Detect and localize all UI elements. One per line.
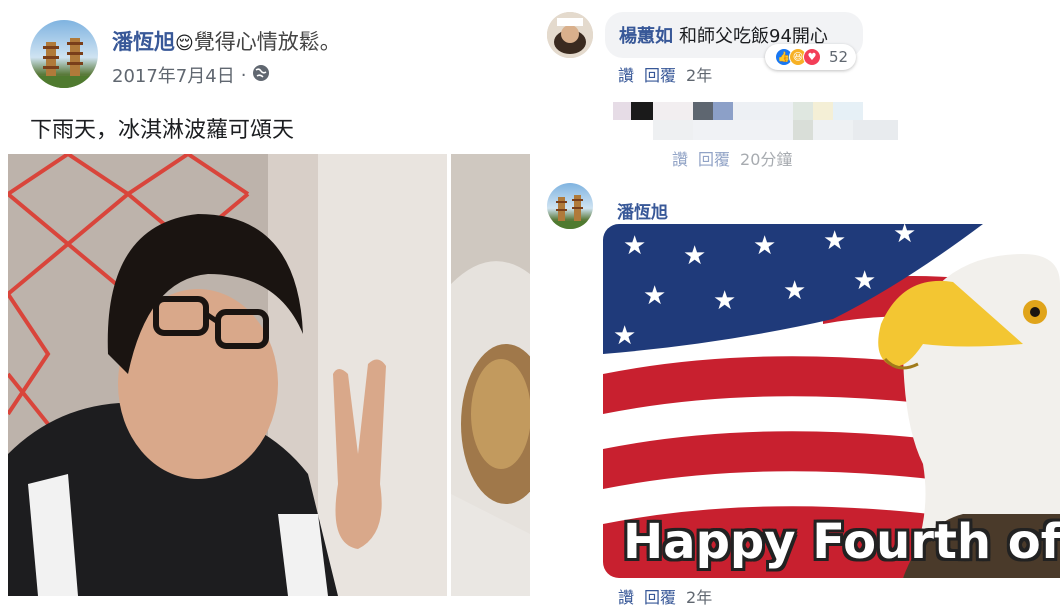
comment1-like-link[interactable]: 讚	[618, 62, 634, 86]
post-photo-main[interactable]	[8, 154, 447, 596]
svg-text:★: ★	[623, 231, 646, 261]
comment3-avatar[interactable]	[547, 183, 593, 229]
comment1-reactions[interactable]: 👍 😆 ♥ 52	[765, 44, 857, 70]
comment3-like-link[interactable]: 讚	[618, 584, 634, 608]
post-body-text: 下雨天，冰淇淋波蘿可頌天	[30, 118, 295, 143]
svg-text:★: ★	[713, 286, 736, 316]
comment1-reaction-count: 52	[829, 48, 849, 66]
comment1-actions: 讚 回覆 2年	[618, 62, 712, 86]
post-photo-side[interactable]	[451, 154, 530, 596]
comment2-reply-link[interactable]: 回覆	[698, 146, 730, 170]
comment3-age: 2年	[686, 588, 713, 607]
pagoda-icon	[547, 195, 593, 229]
svg-text:★: ★	[783, 276, 806, 306]
globe-icon[interactable]	[252, 64, 270, 87]
svg-text:★: ★	[683, 241, 706, 271]
svg-text:★: ★	[753, 231, 776, 261]
meta-separator: ·	[240, 64, 247, 86]
svg-text:★: ★	[893, 224, 916, 249]
feeling-text: 覺得心情放鬆。	[193, 30, 341, 54]
comment2-censored-block	[605, 98, 905, 148]
pagoda-icon	[30, 38, 98, 88]
post-meta: 2017年7月4日 ·	[112, 62, 270, 88]
comment2-like-link[interactable]: 讚	[672, 146, 688, 170]
svg-text:★: ★	[823, 226, 846, 256]
comment3-image[interactable]: ★★★ ★★ ★★★ ★ ★ Happy Fourth of Ju	[603, 224, 1060, 578]
comment3-reply-link[interactable]: 回覆	[644, 584, 676, 608]
comment3-author[interactable]: 潘恆旭	[617, 198, 668, 223]
comment2-age: 20分鐘	[740, 150, 793, 169]
comment1-age: 2年	[686, 66, 713, 85]
comment3-actions: 讚 回覆 2年	[618, 584, 712, 608]
post-card: 潘恆旭😌覺得心情放鬆。 2017年7月4日 · 下雨天，冰淇淋波蘿可頌天	[0, 0, 540, 596]
comment1-reply-link[interactable]: 回覆	[644, 62, 676, 86]
feeling-emoji-icon: 😌	[175, 33, 194, 54]
svg-text:★: ★	[613, 321, 636, 351]
post-header-line: 潘恆旭😌覺得心情放鬆。	[112, 26, 341, 56]
post-author-avatar[interactable]	[30, 20, 98, 88]
comment1-avatar[interactable]	[547, 12, 593, 58]
svg-text:★: ★	[853, 266, 876, 296]
post-date[interactable]: 2017年7月4日	[112, 62, 235, 88]
comment1-author[interactable]: 楊蕙如	[619, 22, 673, 48]
post-author-name[interactable]: 潘恆旭	[112, 30, 175, 54]
comment2-actions: 讚 回覆 20分鐘	[672, 146, 792, 170]
love-reaction-icon: ♥	[803, 48, 821, 66]
comment3-image-caption: Happy Fourth of Ju	[623, 514, 1060, 570]
svg-text:★: ★	[643, 281, 666, 311]
